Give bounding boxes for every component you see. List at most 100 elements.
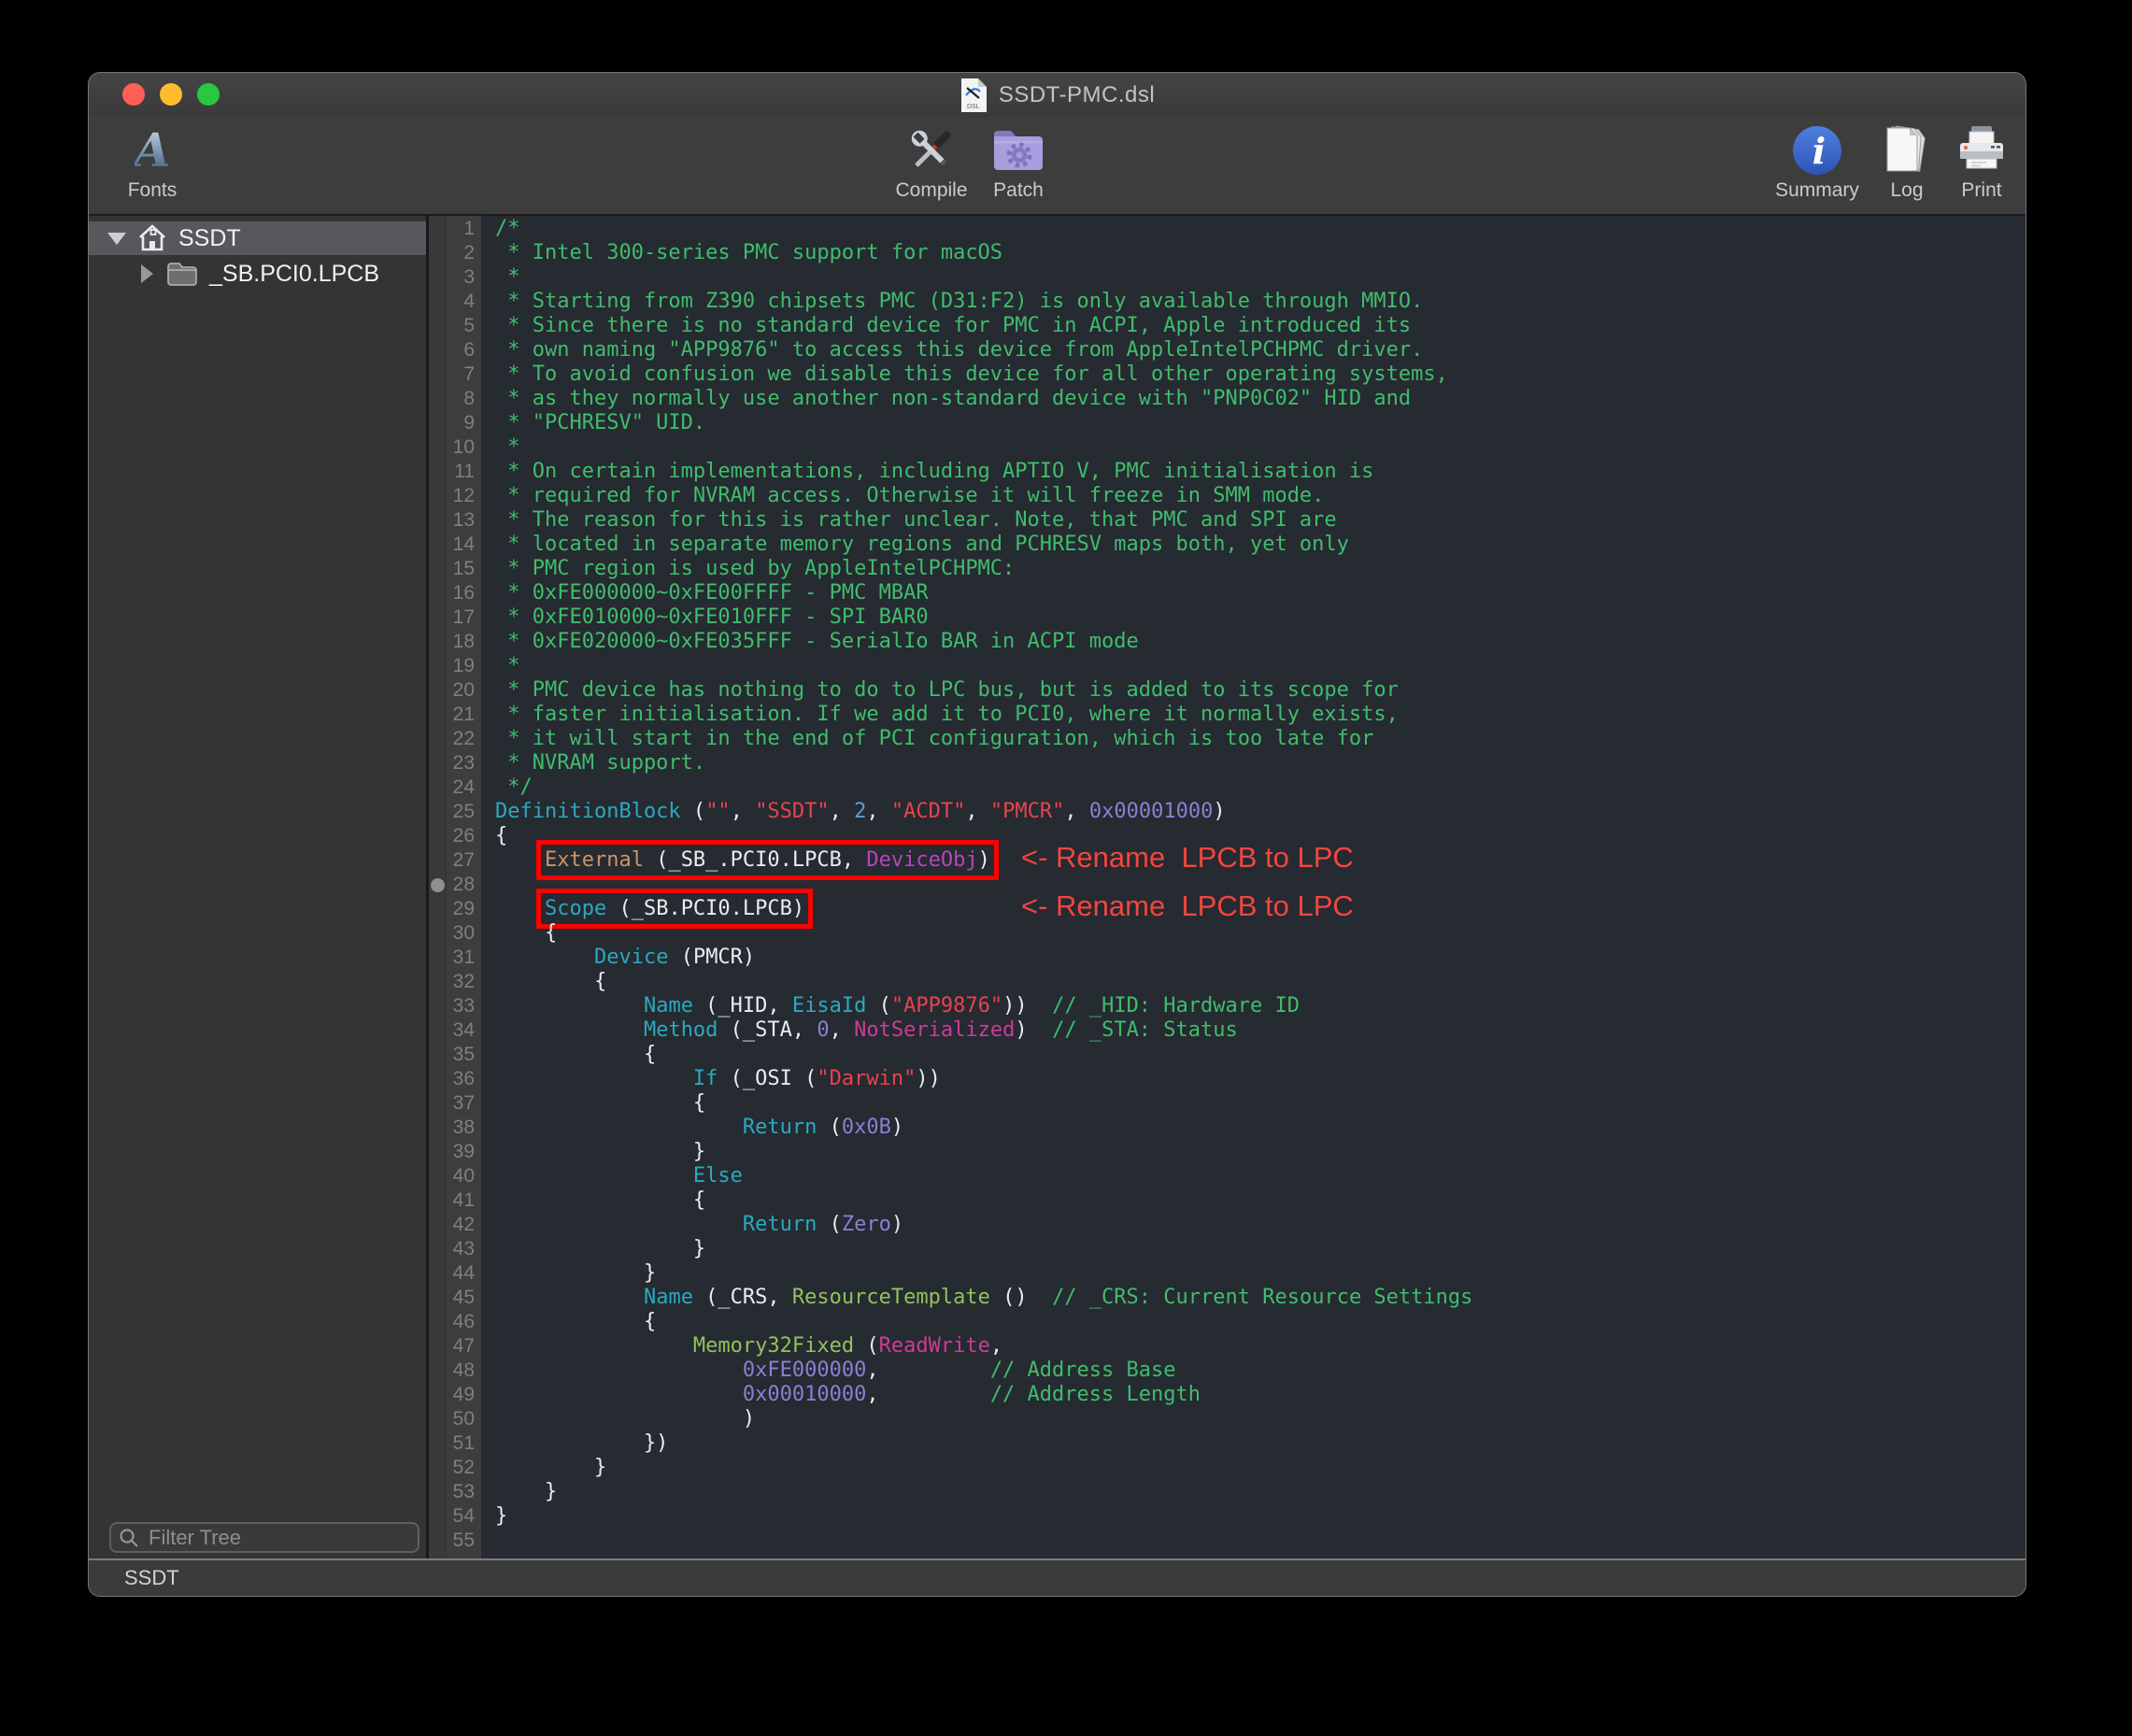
zoom-button[interactable] <box>197 83 220 106</box>
code-line: }) <box>495 1431 2025 1456</box>
line-number: 30 <box>447 921 481 946</box>
line-number: 18 <box>447 630 481 654</box>
line-number: 26 <box>447 824 481 848</box>
fonts-button[interactable]: A Fonts <box>115 123 190 202</box>
line-number: 2 <box>447 241 481 265</box>
compile-label: Compile <box>880 179 983 202</box>
code-line: { <box>495 970 2025 994</box>
line-number: 1 <box>447 217 481 241</box>
document-icon: DSL <box>959 78 988 113</box>
code-line: * it will start in the end of PCI config… <box>495 727 2025 751</box>
line-number: 55 <box>447 1529 481 1553</box>
code-line: * required for NVRAM access. Otherwise i… <box>495 484 2025 508</box>
line-number: 37 <box>447 1091 481 1116</box>
code-line: * On certain implementations, including … <box>495 460 2025 484</box>
print-label: Print <box>1944 179 2019 202</box>
line-number: 38 <box>447 1116 481 1140</box>
line-number: 10 <box>447 435 481 460</box>
line-number: 17 <box>447 605 481 630</box>
line-number: 21 <box>447 703 481 727</box>
line-number: 3 <box>447 265 481 290</box>
code-line: * <box>495 265 2025 290</box>
line-number: 54 <box>447 1504 481 1529</box>
code-line: Method (_STA, 0, NotSerialized) // _STA:… <box>495 1018 2025 1043</box>
toolbar: A Fonts Co <box>89 117 2025 216</box>
code-line: * PMC region is used by AppleIntelPCHPMC… <box>495 557 2025 581</box>
sidebar-item-sb-pci0-lpcb[interactable]: _SB.PCI0.LPCB <box>89 257 426 291</box>
line-number: 15 <box>447 557 481 581</box>
line-number: 8 <box>447 387 481 411</box>
code-line: * <box>495 654 2025 678</box>
line-number: 35 <box>447 1043 481 1067</box>
code-line: 0x00010000, // Address Length <box>495 1383 2025 1407</box>
code-line: * NVRAM support. <box>495 751 2025 776</box>
line-number: 49 <box>447 1383 481 1407</box>
compile-button[interactable]: Compile <box>880 123 983 202</box>
line-number: 27 <box>447 848 481 873</box>
line-number: 46 <box>447 1310 481 1334</box>
line-number: 14 <box>447 533 481 557</box>
line-number: 12 <box>447 484 481 508</box>
summary-button[interactable]: i Summary <box>1761 123 1873 202</box>
code-line: } <box>495 1480 2025 1504</box>
line-number: 16 <box>447 581 481 605</box>
code-line: * Starting from Z390 chipsets PMC (D31:F… <box>495 290 2025 314</box>
disclosure-expanded-icon[interactable] <box>107 233 126 245</box>
line-number: 7 <box>447 363 481 387</box>
log-button[interactable]: Log <box>1874 123 1940 202</box>
line-number: 39 <box>447 1140 481 1164</box>
code-line: * located in separate memory regions and… <box>495 533 2025 557</box>
window-title: SSDT-PMC.dsl <box>999 82 1155 108</box>
code-line: * 0xFE010000~0xFE010FFF - SPI BAR0 <box>495 605 2025 630</box>
code-line: 0xFE000000, // Address Base <box>495 1359 2025 1383</box>
close-button[interactable] <box>122 83 145 106</box>
fonts-icon: A <box>135 125 171 176</box>
code-line: Name (_HID, EisaId ("APP9876")) // _HID:… <box>495 994 2025 1018</box>
desktop: { "window": { "title": "SSDT-PMC.dsl" },… <box>0 0 2132 1736</box>
title-bar[interactable]: DSL SSDT-PMC.dsl <box>89 73 2025 117</box>
code-line <box>495 1529 2025 1553</box>
code-editor[interactable]: /* * Intel 300-series PMC support for ma… <box>481 216 2025 1558</box>
annotation-box: External (_SB_.PCI0.LPCB, DeviceObj) <box>545 848 990 872</box>
line-number: 19 <box>447 654 481 678</box>
main-area: SSDT _SB.PCI0.LPCB 12345 <box>89 216 2025 1558</box>
code-line: Name (_CRS, ResourceTemplate () // _CRS:… <box>495 1286 2025 1310</box>
print-button[interactable]: Print <box>1944 123 2019 202</box>
code-line: * as they normally use another non-stand… <box>495 387 2025 411</box>
line-number: 6 <box>447 338 481 363</box>
line-number: 9 <box>447 411 481 435</box>
sidebar-item-label: _SB.PCI0.LPCB <box>209 261 379 288</box>
fonts-label: Fonts <box>115 179 190 202</box>
home-icon <box>137 224 167 252</box>
code-line: { <box>495 1310 2025 1334</box>
line-number: 23 <box>447 751 481 776</box>
status-text: SSDT <box>124 1566 179 1590</box>
patch-button[interactable]: Patch <box>976 123 1060 202</box>
code-line: * own naming "APP9876" to access this de… <box>495 338 2025 363</box>
line-number: 51 <box>447 1431 481 1456</box>
line-number: 45 <box>447 1286 481 1310</box>
code-line: { <box>495 1043 2025 1067</box>
code-line: * 0xFE020000~0xFE035FFF - SerialIo BAR i… <box>495 630 2025 654</box>
line-number: 41 <box>447 1188 481 1213</box>
code-line: * The reason for this is rather unclear.… <box>495 508 2025 533</box>
line-number: 33 <box>447 994 481 1018</box>
line-number: 34 <box>447 1018 481 1043</box>
code-line: Memory32Fixed (ReadWrite, <box>495 1334 2025 1359</box>
marker-gutter <box>429 216 447 1558</box>
line-number: 53 <box>447 1480 481 1504</box>
line-number: 4 <box>447 290 481 314</box>
code-line: Return (0x0B) <box>495 1116 2025 1140</box>
disclosure-collapsed-icon[interactable] <box>141 264 153 283</box>
line-number: 25 <box>447 800 481 824</box>
minimize-button[interactable] <box>160 83 182 106</box>
annotation-text: <- Rename LPCB to LPC <box>1021 894 1354 918</box>
code-line: Scope (_SB.PCI0.LPCB)<- Rename LPCB to L… <box>495 897 2025 921</box>
sidebar-item-ssdt[interactable]: SSDT <box>89 221 426 255</box>
code-line: /* <box>495 217 2025 241</box>
summary-info-icon: i <box>1792 125 1842 176</box>
filter-tree-input[interactable] <box>109 1522 419 1553</box>
line-number: 28 <box>447 873 481 897</box>
app-window: DSL SSDT-PMC.dsl A Fonts <box>89 73 2025 1596</box>
line-number: 48 <box>447 1359 481 1383</box>
